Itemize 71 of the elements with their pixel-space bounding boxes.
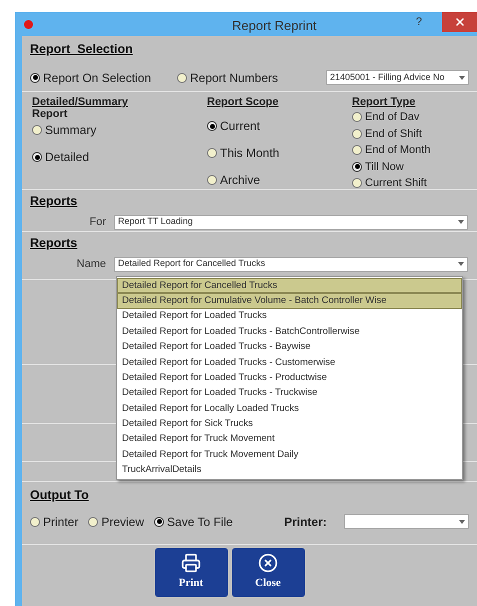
group-heading: Detailed/Summary: [32, 96, 129, 108]
list-item[interactable]: Detailed Report for Loaded Trucks - Productwise: [117, 370, 462, 386]
dropdown-arrow-icon: [459, 520, 465, 524]
radio-option[interactable]: End of Month: [352, 142, 430, 158]
radio-option[interactable]: Printer: [30, 512, 78, 531]
radio-button[interactable]: [207, 175, 217, 185]
list-item[interactable]: Detailed Report for Truck Movement: [117, 432, 462, 448]
list-item[interactable]: Detailed Report for Cancelled Trucks: [117, 278, 462, 294]
printer-dropdown[interactable]: [344, 514, 469, 530]
printer-label: Printer:: [284, 514, 328, 531]
list-item[interactable]: Detailed Report for Locally Loaded Trucks: [117, 401, 462, 417]
help-button[interactable]: ?: [416, 14, 422, 30]
radio-option[interactable]: This Month: [207, 144, 352, 162]
radio-button[interactable]: [207, 148, 217, 158]
radio-button[interactable]: [352, 178, 362, 188]
dropdown-arrow-icon: [458, 220, 464, 224]
section-heading: Report Selection: [30, 41, 134, 58]
radio-button[interactable]: [352, 128, 362, 139]
radio-option[interactable]: Till Now: [352, 158, 430, 175]
radio-button[interactable]: [88, 516, 98, 527]
group-subheading: Report: [32, 108, 68, 120]
list-item[interactable]: Detailed Report for Loaded Trucks - Baywise: [117, 340, 462, 355]
radio-option[interactable]: End of Dav: [352, 109, 430, 126]
report-name-dropdown[interactable]: Detailed Report for Cancelled Trucks: [114, 256, 468, 272]
radio-option[interactable]: Report Numbers: [176, 68, 326, 87]
dropdown-arrow-icon: [458, 262, 464, 266]
radio-option[interactable]: Archive: [207, 171, 352, 189]
radio-option[interactable]: Detailed: [32, 148, 207, 166]
group-heading: Report Scope: [207, 96, 280, 108]
section-heading: Output To: [30, 487, 90, 504]
radio-button[interactable]: [352, 162, 362, 172]
report-number-dropdown[interactable]: 21405001 - Filling Advice No: [326, 70, 470, 86]
radio-option[interactable]: Report On Selection: [30, 68, 177, 87]
radio-button[interactable]: [207, 121, 217, 131]
list-item[interactable]: Detailed Report for Cumulative Volume - Batch Controller Wise: [117, 293, 462, 309]
radio-button[interactable]: [154, 516, 164, 527]
section-heading: Reports: [30, 193, 78, 210]
list-item[interactable]: Detailed Report for Truck Movement Daily: [117, 447, 462, 463]
list-item[interactable]: Detailed Report for Loaded Trucks: [117, 308, 462, 324]
radio-button[interactable]: [352, 145, 362, 156]
radio-option[interactable]: End of Shift: [352, 126, 430, 142]
list-item[interactable]: TruckArrivalDetails: [117, 462, 462, 478]
radio-option[interactable]: Summary: [32, 121, 207, 139]
group-heading: Report Type: [352, 96, 416, 108]
radio-button[interactable]: [32, 152, 42, 162]
radio-option[interactable]: Current: [207, 117, 352, 135]
list-item[interactable]: Detailed Report for Loaded Trucks - Truckwise: [117, 386, 462, 402]
radio-option[interactable]: Save To File: [154, 512, 233, 531]
dropdown-arrow-icon: [459, 76, 466, 80]
radio-button[interactable]: [30, 72, 40, 83]
section-heading: Reports: [30, 235, 78, 252]
printer-icon: [181, 553, 201, 574]
radio-button[interactable]: [32, 125, 42, 135]
list-item[interactable]: Detailed Report for Loaded Trucks - Customerwise: [117, 354, 462, 370]
window-title: Report Reprint: [232, 17, 317, 35]
list-item[interactable]: Detailed Report for Loaded Trucks - BatchControllerwise: [117, 324, 462, 340]
close-icon: [258, 553, 278, 574]
print-button[interactable]: Print: [154, 548, 228, 597]
close-button[interactable]: Close: [232, 548, 304, 597]
radio-button[interactable]: [176, 72, 187, 83]
list-item[interactable]: Detailed Report for Sick Trucks: [117, 416, 462, 432]
app-icon: [24, 20, 33, 28]
radio-option[interactable]: Preview: [88, 512, 144, 531]
radio-option[interactable]: Current Shift: [352, 175, 430, 192]
close-icon: [454, 16, 466, 28]
for-label: For: [88, 214, 107, 230]
name-label: Name: [76, 256, 107, 272]
report-for-dropdown[interactable]: Report TT Loading: [114, 214, 468, 230]
close-button[interactable]: [442, 12, 477, 32]
radio-button[interactable]: [30, 516, 40, 527]
radio-button[interactable]: [352, 112, 362, 122]
